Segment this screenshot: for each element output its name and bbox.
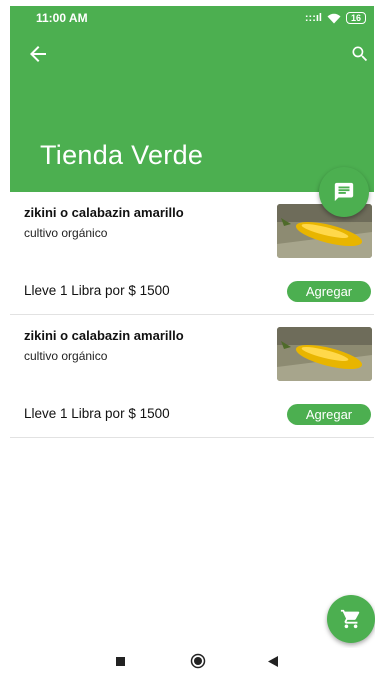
signal-icon: :::ıl <box>304 12 322 24</box>
shopping-cart-icon <box>340 609 360 629</box>
product-offer: Lleve 1 Libra por $ 1500 <box>24 406 170 421</box>
product-list: zikini o calabazin amarillo cultivo orgá… <box>10 192 374 438</box>
page-title: Tienda Verde <box>40 140 204 170</box>
add-to-cart-button[interactable]: Agregar <box>287 281 371 302</box>
recents-icon[interactable] <box>116 657 125 666</box>
chat-icon <box>334 182 354 202</box>
product-description: cultivo orgánico <box>24 349 108 363</box>
status-icons: :::ıl 16 <box>305 12 366 24</box>
add-to-cart-button[interactable]: Agregar <box>287 404 371 425</box>
product-card: zikini o calabazin amarillo cultivo orgá… <box>10 192 374 315</box>
system-nav-bar <box>0 648 375 677</box>
battery-icon: 16 <box>345 12 366 24</box>
home-icon[interactable] <box>190 653 206 669</box>
cart-fab[interactable] <box>327 595 375 643</box>
wifi-icon <box>327 13 341 23</box>
product-card: zikini o calabazin amarillo cultivo orgá… <box>10 315 374 438</box>
product-name: zikini o calabazin amarillo <box>24 205 184 220</box>
search-icon[interactable] <box>350 44 370 64</box>
product-description: cultivo orgánico <box>24 226 108 240</box>
product-offer: Lleve 1 Libra por $ 1500 <box>24 283 170 298</box>
product-name: zikini o calabazin amarillo <box>24 328 184 343</box>
product-image <box>277 327 372 381</box>
app-bar: Tienda Verde <box>10 30 374 192</box>
nav-back-icon[interactable] <box>268 656 278 667</box>
status-time: 11:00 AM <box>36 11 88 25</box>
chat-fab[interactable] <box>319 167 369 217</box>
status-bar: 11:00 AM :::ıl 16 <box>10 6 374 30</box>
arrow-back-icon[interactable] <box>26 42 50 66</box>
